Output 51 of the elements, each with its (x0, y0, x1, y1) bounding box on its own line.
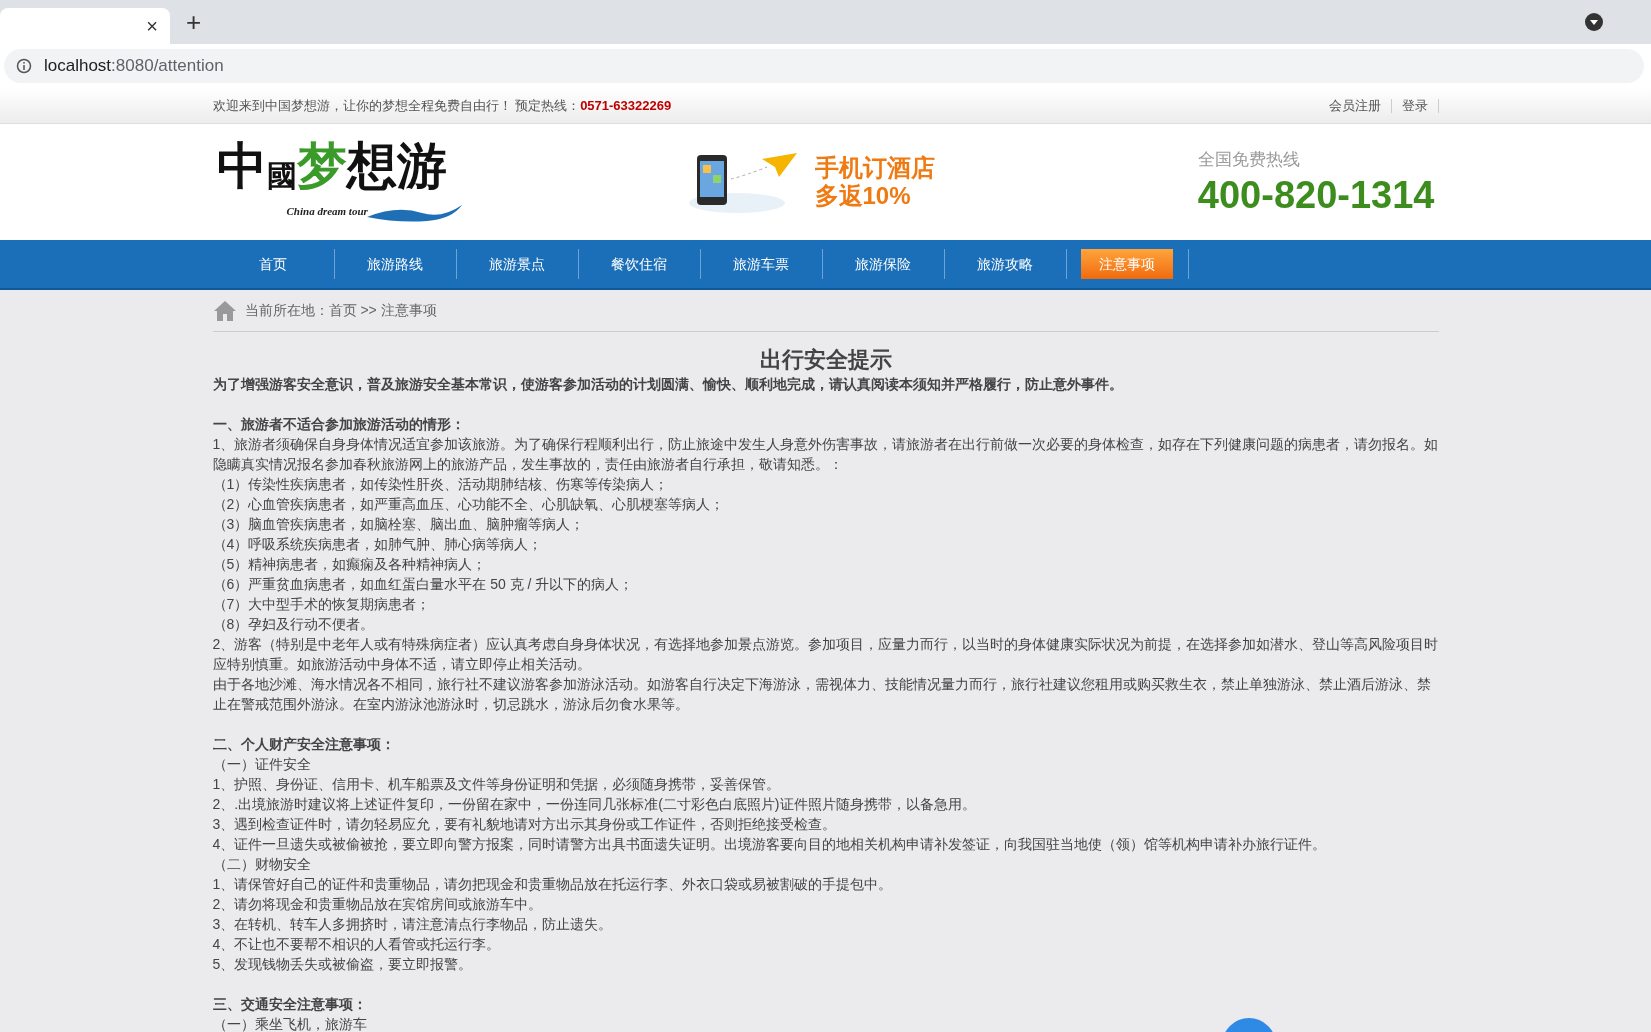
nav-tab[interactable]: 餐饮住宿 (593, 249, 685, 279)
article-title: 出行安全提示 (758, 346, 893, 374)
body-text: 3、遇到检查证件时，请勿轻易应允，要有礼貌地请对方出示其身份或工作证件，否则拒绝接受检查。 (212, 815, 837, 834)
logo[interactable]: 中 國梦想游 China dream tour (216, 137, 477, 227)
body-text: （一）证件安全 (212, 755, 311, 774)
nav-tab[interactable]: 旅游景点 (471, 249, 563, 279)
body-text: （8）孕妇及行动不便者。 (212, 615, 375, 634)
body-text: （7）大中型手术的恢复期病患者； (212, 595, 431, 614)
hotline-number: 0571-63322269 (580, 96, 672, 115)
body-text: 5、发现钱物丢失或被偷盗，要立即报警。 (212, 955, 473, 974)
close-tab-button[interactable]: × (146, 11, 158, 41)
welcome-text: 欢迎来到中国梦想游，让你的梦想全程免费自由行！ 预定热线： (212, 96, 581, 115)
body-text: 4、证件一旦遗失或被偷被抢，要立即向警方报案，同时请警方出具书面遗失证明。出境游客要向目的地相关机构申请补发签证，向我国驻当地使（领）馆等机构申请补办旅行证件。 (212, 835, 1327, 854)
body-text: （1）传染性疾病患者，如传染性肝炎、活动期肺结核、伤寒等传染病人； (212, 475, 669, 494)
nav-tab[interactable]: 旅游车票 (715, 249, 807, 279)
body-text: 2、.出境旅游时建议将上述证件复印，一份留在家中，一份连同几张标准(二寸彩色白底照片)证件照片随身携带，以备急用。 (212, 795, 976, 814)
dropdown-icon[interactable] (1585, 13, 1603, 31)
new-tab-button[interactable]: + (186, 9, 202, 35)
breadcrumb: 当前所在地：首页 >> 注意事项 (244, 301, 437, 320)
body-text: 1、旅游者须确保自身身体情况适宜参加该旅游。为了确保行程顺利出行，防止旅途中发生人身意外伤害事故，请旅游者在出行前做一次必要的身体检查，如存在下列健康问题的病患者，请勿报名。如隐瞒真实情况报名参加春秋旅游网上的旅游产品，发生事故的，责任由旅游者自行承担，敬请知悉。： (212, 435, 1439, 474)
ad-text[interactable]: 手机订酒店 多返10% (814, 154, 935, 210)
body-text: （二）财物安全 (212, 855, 311, 874)
hotline-label: 全国免费热线 (1197, 149, 1301, 172)
intro-text: 为了增强游客安全意识，普及旅游安全基本常识，使游客参加活动的计划圆满、愉快、顺利地完成，请认真阅读本须知并严格履行，防止意外事件。 (212, 375, 1123, 394)
body-text: （3）脑血管疾病患者，如脑栓塞、脑出血、脑肿瘤等病人； (212, 515, 585, 534)
hotline-number: 400-820-1314 (1197, 172, 1435, 217)
body-text: 2、请勿将现金和贵重物品放在宾馆房间或旅游车中。 (212, 895, 543, 914)
body-text: 由于各地沙滩、海水情况各不相同，旅行社不建议游客参加游泳活动。如游客自行决定下海游泳，需视体力、技能情况量力而行，旅行社建议您租用或购买救生衣，禁止单独游泳、禁止酒后游泳、禁止在警戒范围外游泳。在室内游泳池游泳时，切忌跳水，游泳后勿食水果等。 (212, 675, 1432, 714)
nav-tab[interactable]: 首页 (227, 249, 319, 279)
address-bar[interactable]: localhost:8080/attention (4, 49, 1644, 83)
nav-tab[interactable]: 旅游保险 (837, 249, 929, 279)
body-text: 3、在转机、转车人多拥挤时，请注意清点行李物品，防止遗失。 (212, 915, 613, 934)
body-text: （6）严重贫血病患者，如血红蛋白量水平在 50 克 / 升以下的病人； (212, 575, 634, 594)
top-link[interactable]: 会员注册 (1318, 98, 1392, 113)
info-icon[interactable] (16, 58, 32, 74)
nav-tab[interactable]: 旅游路线 (349, 249, 441, 279)
body-text: （一）乘坐飞机，旅游车 (212, 1015, 367, 1032)
nav-tab[interactable]: 旅游攻略 (959, 249, 1051, 279)
url-text: localhost:8080/attention (44, 55, 224, 78)
home-icon (212, 299, 237, 322)
body-text: （2）心血管疾病患者，如严重高血压、心功能不全、心肌缺氧、心肌梗塞等病人； (212, 495, 725, 514)
body-text: 2、游客（特别是中老年人或有特殊病症者）应认真考虑自身身体状况，有选择地参加景点游览。参加项目，应量力而行，以当时的身体健康实际状况为前提，在选择参加如潜水、登山等高风险项目时应特别慎重。如旅游活动中身体不适，请立即停止相关活动。 (212, 635, 1439, 674)
body-text: 1、护照、身份证、信用卡、机车船票及文件等身份证明和凭据，必须随身携带，妥善保管。 (212, 775, 781, 794)
section-heading: 二、个人财产安全注意事项： (212, 735, 395, 754)
section-heading: 三、交通安全注意事项： (212, 995, 367, 1014)
body-text: 4、不让也不要帮不相识的人看管或托运行李。 (212, 935, 501, 954)
top-link[interactable]: 登录 (1391, 98, 1439, 113)
body-text: 1、请保管好自己的证件和贵重物品，请勿把现金和贵重物品放在托运行李、外衣口袋或易被割破的手提包中。 (212, 875, 893, 894)
section-heading: 一、旅游者不适合参加旅游活动的情形： (212, 415, 465, 434)
body-text: （5）精神病患者，如癫痫及各种精神病人； (212, 555, 487, 574)
body-text: （4）呼吸系统疾病患者，如肺气肿、肺心病等病人； (212, 535, 543, 554)
